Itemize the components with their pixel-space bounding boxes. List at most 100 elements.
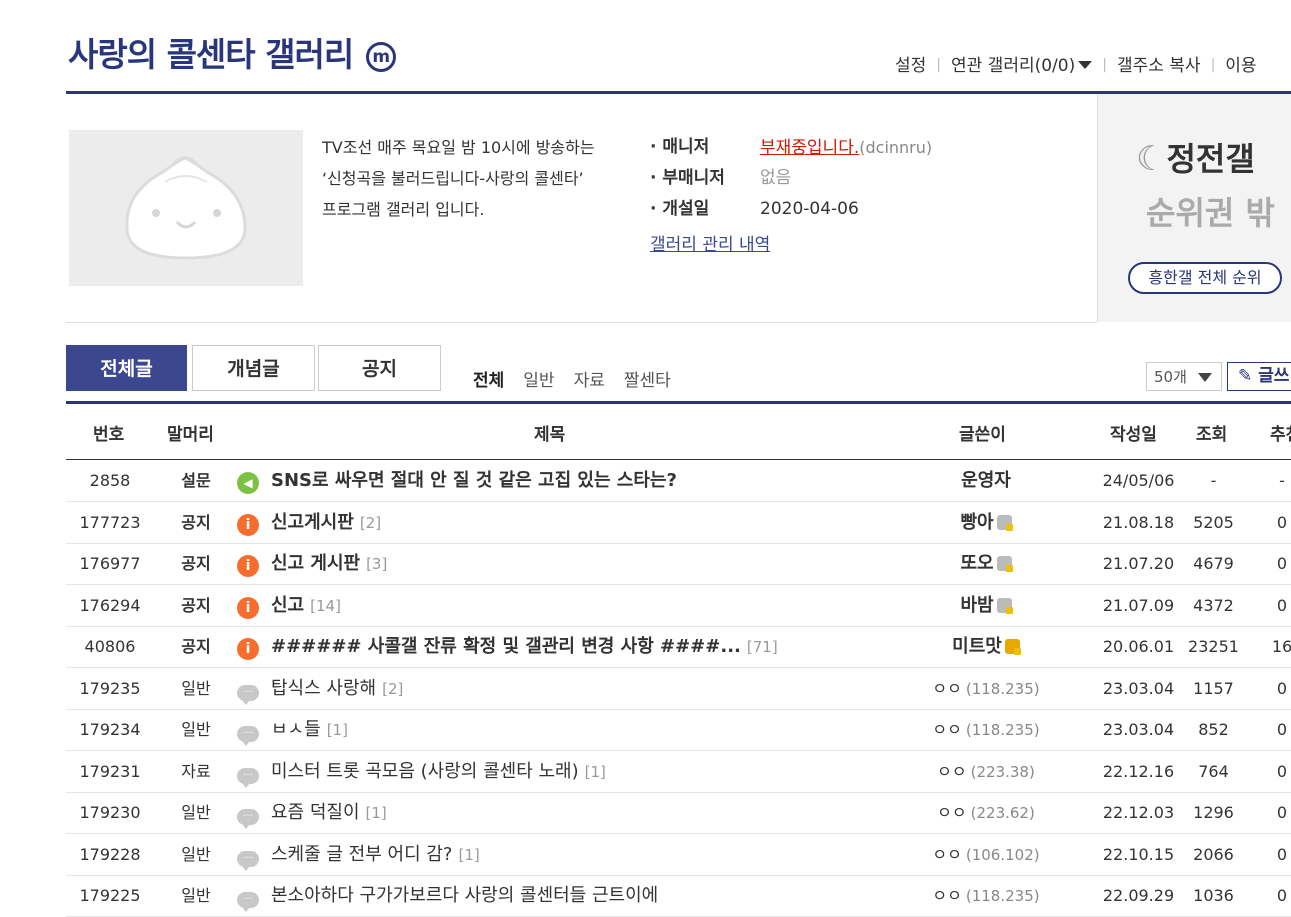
gallery-history-link[interactable]: 갤러리 관리 내역 — [650, 230, 770, 255]
post-recommend: 0 — [1276, 803, 1288, 822]
post-title[interactable]: 신고 [14] — [271, 585, 341, 627]
opened-label: · 개설일 — [650, 199, 710, 219]
comment-count[interactable]: [2] — [360, 514, 381, 532]
settings-link[interactable]: 설정 — [895, 56, 926, 76]
full-ranking-button[interactable]: 흥한갤 전체 순위 — [1128, 262, 1282, 294]
col-views: 조회 — [1196, 425, 1228, 445]
writer-nickname[interactable]: 빵아 — [960, 512, 993, 533]
table-row[interactable]: 40806 공지 i ###### 사콜갤 잔류 확정 및 갤관리 변경 사항 ###… — [66, 626, 1291, 668]
write-button[interactable]: ✎ 글쓰 — [1227, 362, 1291, 391]
writer-nickname[interactable]: ㅇㅇ — [937, 762, 966, 781]
post-writer[interactable]: 또오 — [896, 543, 1076, 584]
caret-down-icon — [1198, 373, 1212, 382]
post-title-text[interactable]: 본소아하다 구가가보르다 사랑의 콜센터들 근트이에 — [271, 885, 658, 906]
writer-ip: (106.102) — [965, 845, 1040, 864]
writer-nickname[interactable]: ㅇㅇ — [932, 886, 961, 905]
gallery-title[interactable]: 사랑의 콜센타 갤러리 m — [68, 28, 396, 76]
table-row[interactable]: 176294 공지 i 신고 [14] 바밤 21.07.09 4372 0 — [66, 585, 1291, 627]
tab-all[interactable]: 전체글 — [66, 345, 187, 391]
post-title-text[interactable]: 스케줄 글 전부 어디 감? — [271, 844, 452, 865]
post-writer[interactable]: ㅇㅇ (223.62) — [896, 792, 1076, 834]
comment-count[interactable]: [2] — [382, 680, 403, 698]
writer-ip: (118.235) — [965, 721, 1040, 739]
table-row[interactable]: 179228 일반 ··· 스케줄 글 전부 어디 감? [1] ㅇㅇ (106.102) 2… — [66, 834, 1291, 876]
post-title[interactable]: SNS로 싸우면 절대 안 질 것 같은 고집 있는 스타는? — [271, 460, 677, 501]
post-title[interactable]: 스케줄 글 전부 어디 감? [1] — [271, 834, 480, 876]
post-title-text[interactable]: 신고게시판 — [271, 512, 354, 533]
post-title-text[interactable]: 미스터 트롯 곡모음 (사랑의 콜센타 노래) — [271, 761, 579, 782]
post-writer[interactable]: ㅇㅇ (118.235) — [896, 875, 1076, 917]
subtab-general[interactable]: 일반 — [523, 371, 554, 391]
table-row[interactable]: 177723 공지 i 신고게시판 [2] 빵아 21.08.18 5205 0 — [66, 502, 1291, 544]
usage-link[interactable]: 이용 — [1225, 56, 1256, 76]
post-writer[interactable]: ㅇㅇ (118.235) — [896, 668, 1076, 710]
gallery-title-text[interactable]: 사랑의 콜센타 갤러리 — [68, 35, 354, 74]
post-title-text[interactable]: 신고 — [271, 595, 304, 616]
chat-icon: ··· — [237, 886, 259, 912]
tab-recommended[interactable]: 개념글 — [192, 345, 315, 391]
tab-notice[interactable]: 공지 — [318, 345, 441, 391]
post-writer[interactable]: ㅇㅇ (106.102) — [896, 834, 1076, 876]
table-row[interactable]: 179231 자료 ··· 미스터 트롯 곡모음 (사랑의 콜센타 노래) [1] ㅇㅇ(… — [66, 751, 1291, 793]
post-title-text[interactable]: ㅂㅅ들 — [271, 719, 321, 740]
related-gallery-dropdown[interactable]: 연관 갤러리(0/0) — [951, 56, 1093, 76]
post-writer[interactable]: ㅇㅇ (223.38) — [896, 751, 1076, 793]
col-head: 말머리 — [167, 425, 214, 445]
post-title[interactable]: ㅂㅅ들 [1] — [271, 709, 348, 751]
table-row[interactable]: 179235 일반 ··· 탑식스 사랑해 [2] ㅇㅇ (118.235) 23.03.04… — [66, 668, 1291, 710]
post-recommend: 0 — [1276, 844, 1288, 864]
subtab-all[interactable]: 전체 — [473, 371, 504, 391]
post-title[interactable]: 탑식스 사랑해 [2] — [271, 668, 403, 710]
comment-count[interactable]: [3] — [366, 555, 387, 573]
post-title-text[interactable]: 신고 게시판 — [271, 553, 360, 574]
writer-nickname[interactable]: 바밤 — [960, 595, 993, 616]
writer-ip: (223.62) — [970, 804, 1035, 822]
post-title[interactable]: ###### 사콜갤 잔류 확정 및 갤관리 변경 사항 ####... [71] — [271, 626, 778, 668]
comment-count[interactable]: [1] — [458, 846, 479, 864]
comment-count[interactable]: [1] — [366, 804, 387, 822]
writer-nickname[interactable]: ㅇㅇ — [932, 679, 961, 698]
post-writer[interactable]: 운영자 — [896, 460, 1076, 501]
writer-nickname[interactable]: 미트맛 — [952, 636, 1002, 657]
post-title[interactable]: 미스터 트롯 곡모음 (사랑의 콜센타 노래) [1] — [271, 751, 606, 793]
post-title-text[interactable]: 요즘 덕질이 — [271, 802, 360, 823]
chat-icon-glyph: ··· — [237, 767, 259, 788]
post-title[interactable]: 신고게시판 [2] — [271, 502, 381, 544]
page-size-select[interactable]: 50개 — [1146, 362, 1222, 391]
post-writer[interactable]: 바밤 — [896, 585, 1076, 626]
writer-nickname[interactable]: ㅇㅇ — [932, 845, 961, 864]
post-writer[interactable]: 미트맛 — [896, 626, 1076, 667]
comment-count[interactable]: [71] — [747, 638, 778, 656]
post-number: 179235 — [79, 678, 141, 698]
post-views: 1296 — [1193, 803, 1234, 822]
post-writer[interactable]: ㅇㅇ (118.235) — [896, 709, 1076, 751]
table-row[interactable]: 179225 일반 ··· 본소아하다 구가가보르다 사랑의 콜센터들 근트이에 ㅇㅇ(… — [66, 875, 1291, 917]
comment-count[interactable]: [14] — [310, 597, 341, 615]
post-writer[interactable]: 빵아 — [896, 502, 1076, 543]
post-title[interactable]: 신고 게시판 [3] — [271, 543, 387, 585]
writer-nickname[interactable]: ㅇㅇ — [937, 803, 966, 822]
post-title[interactable]: 본소아하다 구가가보르다 사랑의 콜센터들 근트이에 — [271, 875, 658, 916]
post-title-text[interactable]: ###### 사콜갤 잔류 확정 및 갤관리 변경 사항 ####... — [271, 636, 741, 657]
subtab-data[interactable]: 자료 — [574, 371, 605, 391]
writer-nickname[interactable]: 운영자 — [961, 470, 1011, 491]
notice-icon: i — [237, 554, 259, 577]
table-row[interactable]: 176977 공지 i 신고 게시판 [3] 또오 21.07.20 4679 0 — [66, 543, 1291, 585]
subtab-jjal[interactable]: 짤센타 — [624, 371, 671, 391]
table-row[interactable]: 2858 설문 ◀ SNS로 싸우면 절대 안 질 것 같은 고집 있는 스타는? 운영… — [66, 460, 1291, 502]
manager-link[interactable]: 부재중입니다. — [760, 138, 859, 158]
chat-icon-glyph: ··· — [237, 850, 259, 871]
comment-count[interactable]: [1] — [585, 763, 606, 781]
post-title-text[interactable]: SNS로 싸우면 절대 안 질 것 같은 고집 있는 스타는? — [271, 470, 677, 491]
rank-gallery-name: ☾정전갤 — [1136, 139, 1255, 179]
chat-icon-glyph: ··· — [237, 809, 259, 829]
post-title[interactable]: 요즘 덕질이 [1] — [271, 792, 387, 834]
post-title-text[interactable]: 탑식스 사랑해 — [271, 678, 376, 699]
writer-nickname[interactable]: 또오 — [960, 553, 993, 574]
table-row[interactable]: 179234 일반 ··· ㅂㅅ들 [1] ㅇㅇ (118.235) 23.03.04 852 0 — [66, 709, 1291, 751]
table-row[interactable]: 179230 일반 ··· 요즘 덕질이 [1] ㅇㅇ (223.62) 22.12.03 12… — [66, 792, 1291, 834]
copy-address-link[interactable]: 갤주소 복사 — [1117, 56, 1201, 76]
comment-count[interactable]: [1] — [327, 721, 348, 739]
related-gallery-label: 연관 갤러리(0/0) — [951, 56, 1076, 76]
writer-nickname[interactable]: ㅇㅇ — [932, 720, 961, 739]
